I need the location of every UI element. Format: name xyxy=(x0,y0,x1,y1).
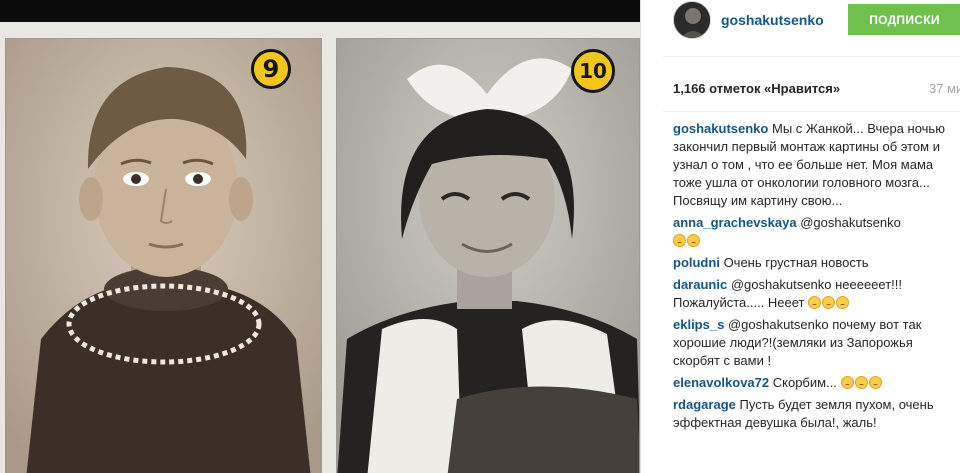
comment-4: eklips_s @goshakutsenko почему вот так х… xyxy=(673,316,960,370)
likes-divider xyxy=(663,111,960,112)
comment-text: Очень грустная новость xyxy=(723,255,869,270)
comment-user[interactable]: daraunic xyxy=(673,277,727,292)
crying-face-icon xyxy=(868,376,882,389)
likes-count[interactable]: 1,166 отметок «Нравится» xyxy=(673,81,840,96)
number-badge-9: 9 xyxy=(251,49,291,89)
post-image[interactable]: 9 10 xyxy=(0,0,640,473)
post-username[interactable]: goshakutsenko xyxy=(721,12,824,28)
comment-6: rdagarage Пусть будет земля пухом, очень… xyxy=(673,396,960,432)
comment-user[interactable]: rdagarage xyxy=(673,397,736,412)
girl-portrait-image xyxy=(337,39,639,473)
avatar-image xyxy=(674,2,710,38)
boy-portrait-image xyxy=(6,39,321,473)
follow-button[interactable]: ПОДПИСКИ xyxy=(848,4,960,35)
comment-user[interactable]: poludni xyxy=(673,255,720,270)
avatar[interactable] xyxy=(673,1,711,39)
comment-user[interactable]: elenavolkova72 xyxy=(673,375,769,390)
comment-1: anna_grachevskaya @goshakutsenko xyxy=(673,214,960,250)
comment-5: elenavolkova72 Скорбим... xyxy=(673,374,960,392)
girl-photo: 10 xyxy=(336,38,640,473)
comment-user[interactable]: goshakutsenko xyxy=(673,121,768,136)
comment-2: poludni Очень грустная новость xyxy=(673,254,960,272)
comment-0: goshakutsenko Мы с Жанкой... Вчера ночью… xyxy=(673,120,960,210)
comment-text: Скорбим... xyxy=(772,375,837,390)
comment-user[interactable]: eklips_s xyxy=(673,317,724,332)
boy-photo: 9 xyxy=(5,38,322,473)
number-badge-10: 10 xyxy=(571,49,615,93)
post-time[interactable]: 37 мин xyxy=(929,81,960,96)
post-sidebar: goshakutsenko ПОДПИСКИ 1,166 отметок «Нр… xyxy=(640,0,960,473)
comments-list: goshakutsenko Мы с Жанкой... Вчера ночью… xyxy=(673,120,960,436)
image-top-bar xyxy=(0,0,640,22)
crying-face-icon xyxy=(836,296,850,309)
comment-3: daraunic @goshakutsenko неееееет!!! Пожа… xyxy=(673,276,960,312)
crying-face-icon xyxy=(808,296,822,309)
crying-face-icon xyxy=(687,234,700,247)
comment-text: @goshakutsenko xyxy=(800,215,901,230)
crying-face-icon xyxy=(840,376,854,389)
post-header: goshakutsenko ПОДПИСКИ xyxy=(641,0,960,44)
header-divider xyxy=(663,56,960,57)
comment-user[interactable]: anna_grachevskaya xyxy=(673,215,797,230)
crying-face-icon xyxy=(673,234,686,247)
crying-face-icon xyxy=(822,296,836,309)
crying-face-icon xyxy=(854,376,868,389)
